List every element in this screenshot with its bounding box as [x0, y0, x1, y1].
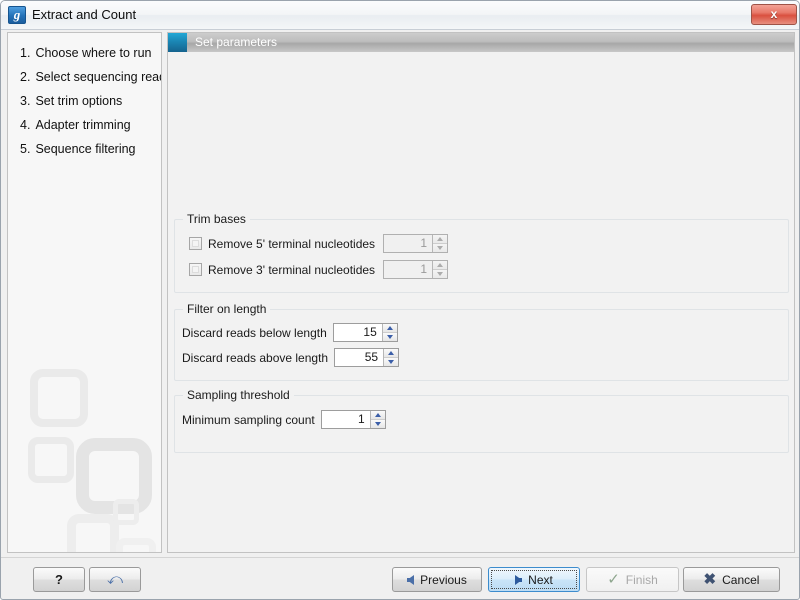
spinner-buttons[interactable] — [432, 235, 448, 252]
spinner-up-button[interactable] — [370, 411, 385, 419]
help-button[interactable]: ? — [33, 567, 85, 592]
checkbox-label: Remove 5' terminal nucleotides — [208, 236, 376, 251]
question-mark-icon: ? — [55, 572, 63, 587]
dialog-button-bar: ? ⤺ Previous Next ✓ Finish ✖ Cancel — [1, 557, 799, 599]
spinner-up-button[interactable] — [384, 349, 399, 357]
step-label: Set trim options — [35, 94, 123, 108]
sidebar-item-select-sequencing-reads[interactable]: 2. Select sequencing reads — [8, 65, 161, 89]
spinner-remove-3-terminal-nucleotides[interactable]: 1 — [383, 260, 449, 279]
sidebar-item-set-trim-options[interactable]: 3. Set trim options — [8, 89, 161, 113]
field-label: Minimum sampling count — [182, 412, 315, 427]
spinner-discard-reads-below-length[interactable]: 15 — [332, 323, 398, 342]
arrow-left-icon — [407, 574, 415, 585]
group-title: Filter on length — [183, 302, 271, 316]
spinner-value: 55 — [335, 349, 384, 366]
watermark-shape — [28, 437, 74, 483]
spinner-down-button[interactable] — [384, 357, 399, 366]
spinner-up-button[interactable] — [382, 324, 397, 332]
spinner-down-button[interactable] — [433, 269, 448, 278]
spinner-value: 15 — [333, 324, 382, 341]
finish-button: ✓ Finish — [586, 567, 679, 592]
checkbox-label: Remove 3' terminal nucleotides — [208, 262, 376, 277]
spinner-value: 1 — [384, 235, 433, 252]
checkbox-remove-3-terminal-nucleotides[interactable] — [189, 263, 202, 276]
parameters-panel: Set parameters Trim bases Remove 5' term… — [167, 32, 795, 553]
row-discard-reads-above-length: Discard reads above length 55 — [182, 348, 400, 367]
clc-workbench-icon: g — [8, 6, 26, 24]
step-number: 4. — [20, 118, 31, 132]
undo-arrow-icon: ⤺ — [106, 571, 124, 588]
reset-button[interactable]: ⤺ — [89, 567, 141, 592]
previous-button-label: Previous — [420, 572, 467, 587]
checkmark-icon: ✓ — [607, 571, 620, 588]
step-number: 2. — [20, 70, 31, 84]
spinner-buttons[interactable] — [432, 261, 448, 278]
spinner-remove-5-terminal-nucleotides[interactable]: 1 — [383, 234, 449, 253]
sidebar-item-sequence-filtering[interactable]: 5. Sequence filtering — [8, 137, 161, 161]
step-number: 5. — [20, 142, 31, 156]
dialog-body: 1. Choose where to run 2. Select sequenc… — [1, 30, 799, 599]
cancel-button-label: Cancel — [722, 572, 760, 587]
spinner-minimum-sampling-count[interactable]: 1 — [320, 410, 386, 429]
section-title: Set parameters — [187, 33, 794, 52]
spinner-value: 1 — [384, 261, 433, 278]
row-discard-reads-below-length: Discard reads below length 15 — [182, 323, 398, 342]
spinner-discard-reads-above-length[interactable]: 55 — [334, 348, 400, 367]
row-remove-5-terminal: Remove 5' terminal nucleotides 1 — [189, 234, 449, 253]
spinner-down-button[interactable] — [370, 419, 385, 428]
section-icon — [168, 33, 187, 52]
spinner-down-button[interactable] — [382, 332, 397, 341]
spinner-up-button[interactable] — [433, 235, 448, 243]
close-icon[interactable]: x — [751, 4, 797, 25]
sidebar-item-choose-where-to-run[interactable]: 1. Choose where to run — [8, 41, 161, 65]
watermark-shape — [116, 538, 156, 552]
field-label: Discard reads below length — [182, 325, 327, 340]
step-number: 3. — [20, 94, 31, 108]
section-header: Set parameters — [168, 33, 794, 52]
sidebar-item-adapter-trimming[interactable]: 4. Adapter trimming — [8, 113, 161, 137]
finish-button-label: Finish — [625, 572, 658, 587]
watermark-shape — [30, 369, 88, 427]
step-number: 1. — [20, 46, 31, 60]
previous-button[interactable]: Previous — [392, 567, 482, 592]
next-button[interactable]: Next — [488, 567, 580, 592]
spinner-buttons[interactable] — [369, 411, 385, 428]
group-filter-on-length: Filter on length Discard reads below len… — [174, 302, 789, 381]
arrow-right-icon — [515, 574, 523, 585]
cancel-button[interactable]: ✖ Cancel — [683, 567, 780, 592]
group-sampling-threshold: Sampling threshold Minimum sampling coun… — [174, 388, 789, 453]
spinner-value: 1 — [321, 411, 370, 428]
next-button-label: Next — [528, 572, 553, 587]
checkbox-remove-5-terminal-nucleotides[interactable] — [189, 237, 202, 250]
spinner-buttons[interactable] — [381, 324, 397, 341]
row-remove-3-terminal: Remove 3' terminal nucleotides 1 — [189, 260, 449, 279]
step-label: Sequence filtering — [35, 142, 136, 156]
row-minimum-sampling-count: Minimum sampling count 1 — [182, 410, 386, 429]
step-label: Adapter trimming — [35, 118, 131, 132]
spinner-up-button[interactable] — [433, 261, 448, 269]
field-label: Discard reads above length — [182, 350, 329, 365]
wizard-steps-sidebar: 1. Choose where to run 2. Select sequenc… — [7, 32, 162, 553]
step-label: Select sequencing reads — [35, 70, 162, 84]
title-bar: g Extract and Count x — [1, 1, 799, 30]
step-list: 1. Choose where to run 2. Select sequenc… — [8, 41, 161, 161]
window-title: Extract and Count — [32, 7, 137, 22]
spinner-down-button[interactable] — [433, 243, 448, 252]
step-label: Choose where to run — [35, 46, 152, 60]
close-x-icon: ✖ — [703, 571, 717, 588]
group-trim-bases: Trim bases Remove 5' terminal nucleotide… — [174, 212, 789, 293]
spinner-buttons[interactable] — [383, 349, 399, 366]
watermark-shape — [67, 514, 119, 552]
watermark-shape — [113, 499, 139, 525]
dialog-window: g Extract and Count x 1. Choose where to… — [0, 0, 800, 600]
group-title: Sampling threshold — [183, 388, 294, 402]
group-title: Trim bases — [183, 212, 250, 226]
